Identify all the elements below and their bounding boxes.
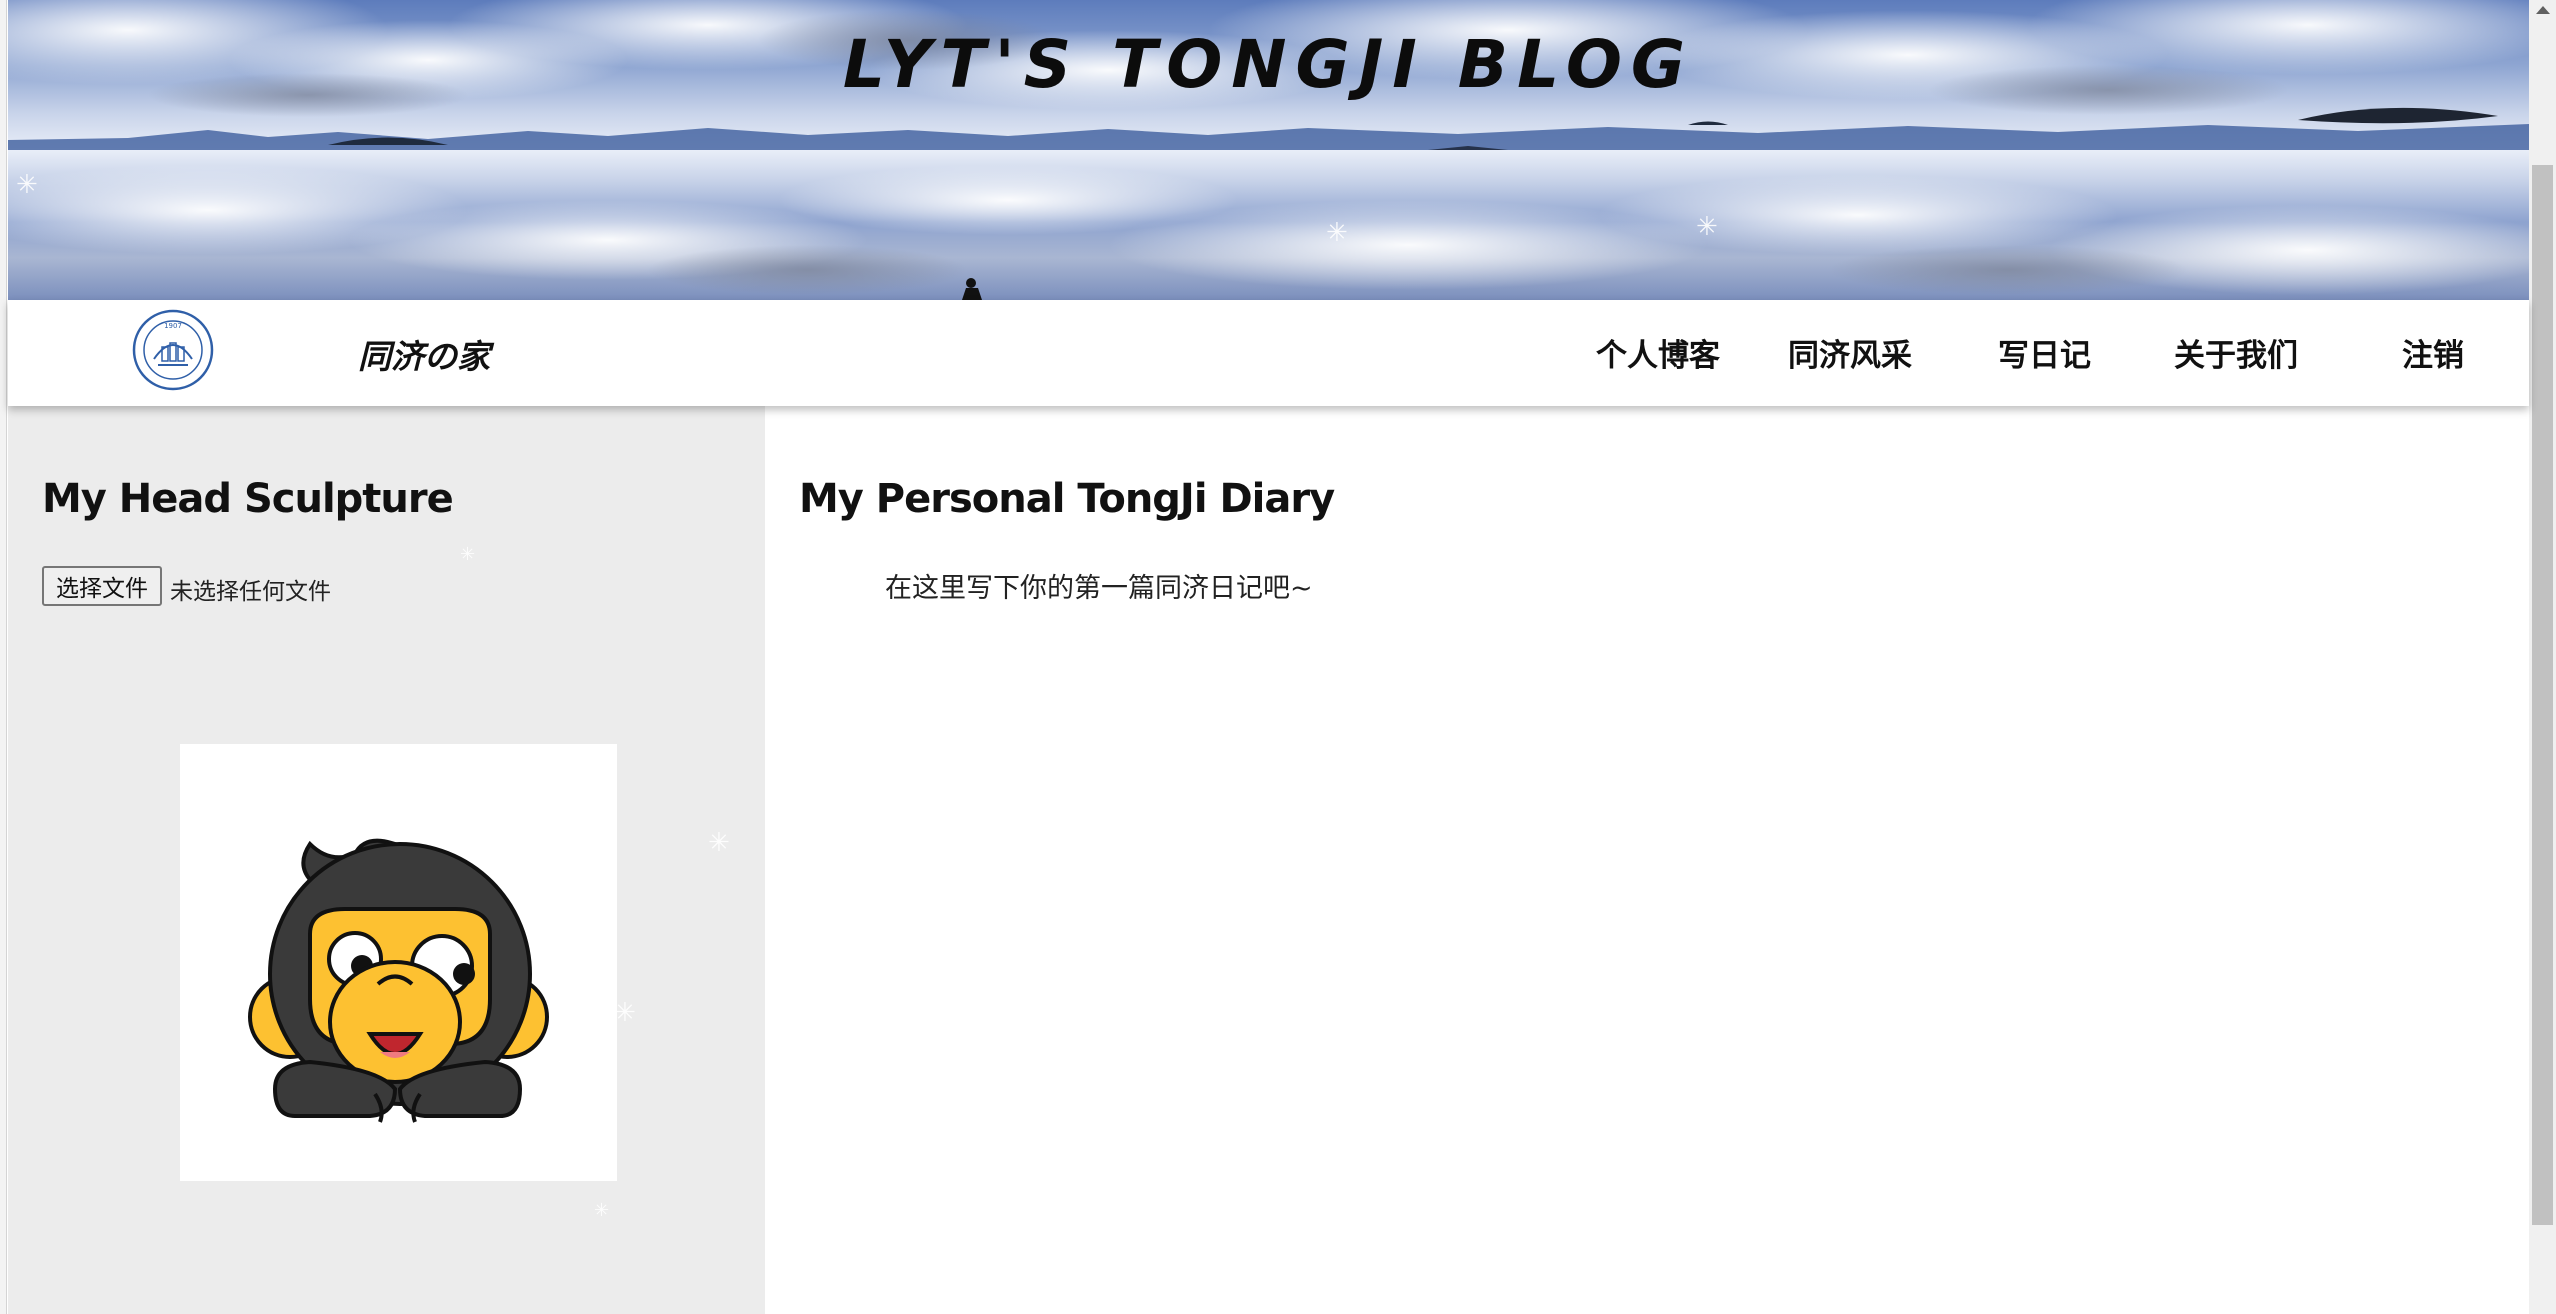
vertical-scrollbar[interactable]: [2529, 0, 2556, 1314]
nav-item-about-us[interactable]: 关于我们: [2174, 330, 2298, 375]
tongji-university-seal-icon[interactable]: 1907: [132, 309, 214, 391]
nav-item-write-diary[interactable]: 写日记: [1998, 330, 2091, 375]
file-status-text: 未选择任何文件: [170, 579, 331, 605]
nav-item-logout[interactable]: 注销: [2402, 330, 2464, 375]
banner-title: LYT'S TONGJI BLOG: [842, 26, 1695, 103]
svg-text:1907: 1907: [164, 322, 182, 330]
avatar-panel: My Head Sculpture 选择文件 未选择任何文件 ✳ ✳ ✳ ✳: [8, 406, 765, 1314]
snowflake-icon: ✳: [1696, 212, 1718, 242]
site-name[interactable]: 同济の家: [358, 330, 490, 378]
snowflake-icon: ✳: [614, 998, 636, 1028]
snowflake-icon: ✳: [594, 1200, 610, 1221]
diary-editor-placeholder[interactable]: 在这里写下你的第一篇同济日记吧~: [885, 566, 1313, 605]
avatar-section-title: My Head Sculpture: [42, 476, 454, 522]
nav-item-tongji-style[interactable]: 同济风采: [1788, 330, 1912, 375]
monkey-avatar-icon: [248, 838, 549, 1123]
top-navbar: 1907 同济の家 个人博客 同济风采 写日记 关于我们 注销: [8, 300, 2529, 406]
snowflake-icon: ✳: [1326, 218, 1348, 248]
scroll-thumb[interactable]: [2532, 165, 2553, 1225]
nav-item-personal-blog[interactable]: 个人博客: [1596, 330, 1720, 375]
window-edge: [0, 0, 7, 1314]
scroll-up-arrow-icon[interactable]: [2536, 6, 2550, 14]
header-banner: LYT'S TONGJI BLOG ✳ ✳ ✳: [8, 0, 2529, 300]
avatar-image: [180, 744, 617, 1181]
snowflake-icon: ✳: [708, 828, 730, 858]
diary-section-title: My Personal TongJi Diary: [799, 476, 1335, 522]
snowflake-icon: ✳: [16, 170, 38, 200]
diary-panel: My Personal TongJi Diary 在这里写下你的第一篇同济日记吧…: [765, 406, 2529, 1314]
snowflake-icon: ✳: [460, 544, 476, 565]
choose-file-button[interactable]: 选择文件: [42, 566, 162, 606]
